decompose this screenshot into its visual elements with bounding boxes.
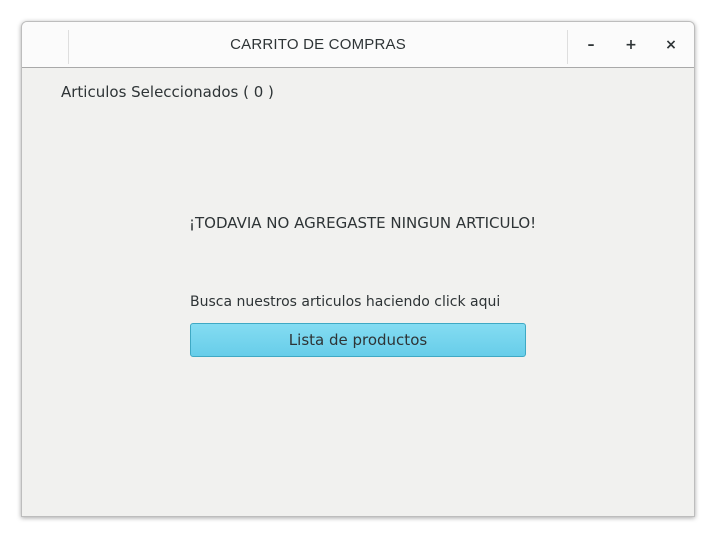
- minimize-icon[interactable]: –: [577, 31, 605, 59]
- browse-hint: Busca nuestros articulos haciendo click …: [190, 294, 501, 310]
- titlebar-separator-right: [567, 30, 568, 64]
- empty-cart-message: ¡TODAVIA NO AGREGASTE NINGUN ARTICULO!: [189, 214, 537, 232]
- app-window: CARRITO DE COMPRAS – + × Articulos Selec…: [21, 21, 695, 517]
- close-icon[interactable]: ×: [657, 31, 685, 59]
- title-bar: CARRITO DE COMPRAS – + ×: [22, 22, 694, 68]
- selected-items-count: Articulos Seleccionados ( 0 ): [61, 83, 274, 101]
- maximize-icon[interactable]: +: [617, 31, 645, 59]
- product-list-button[interactable]: Lista de productos: [190, 323, 526, 357]
- window-title: CARRITO DE COMPRAS: [230, 36, 406, 53]
